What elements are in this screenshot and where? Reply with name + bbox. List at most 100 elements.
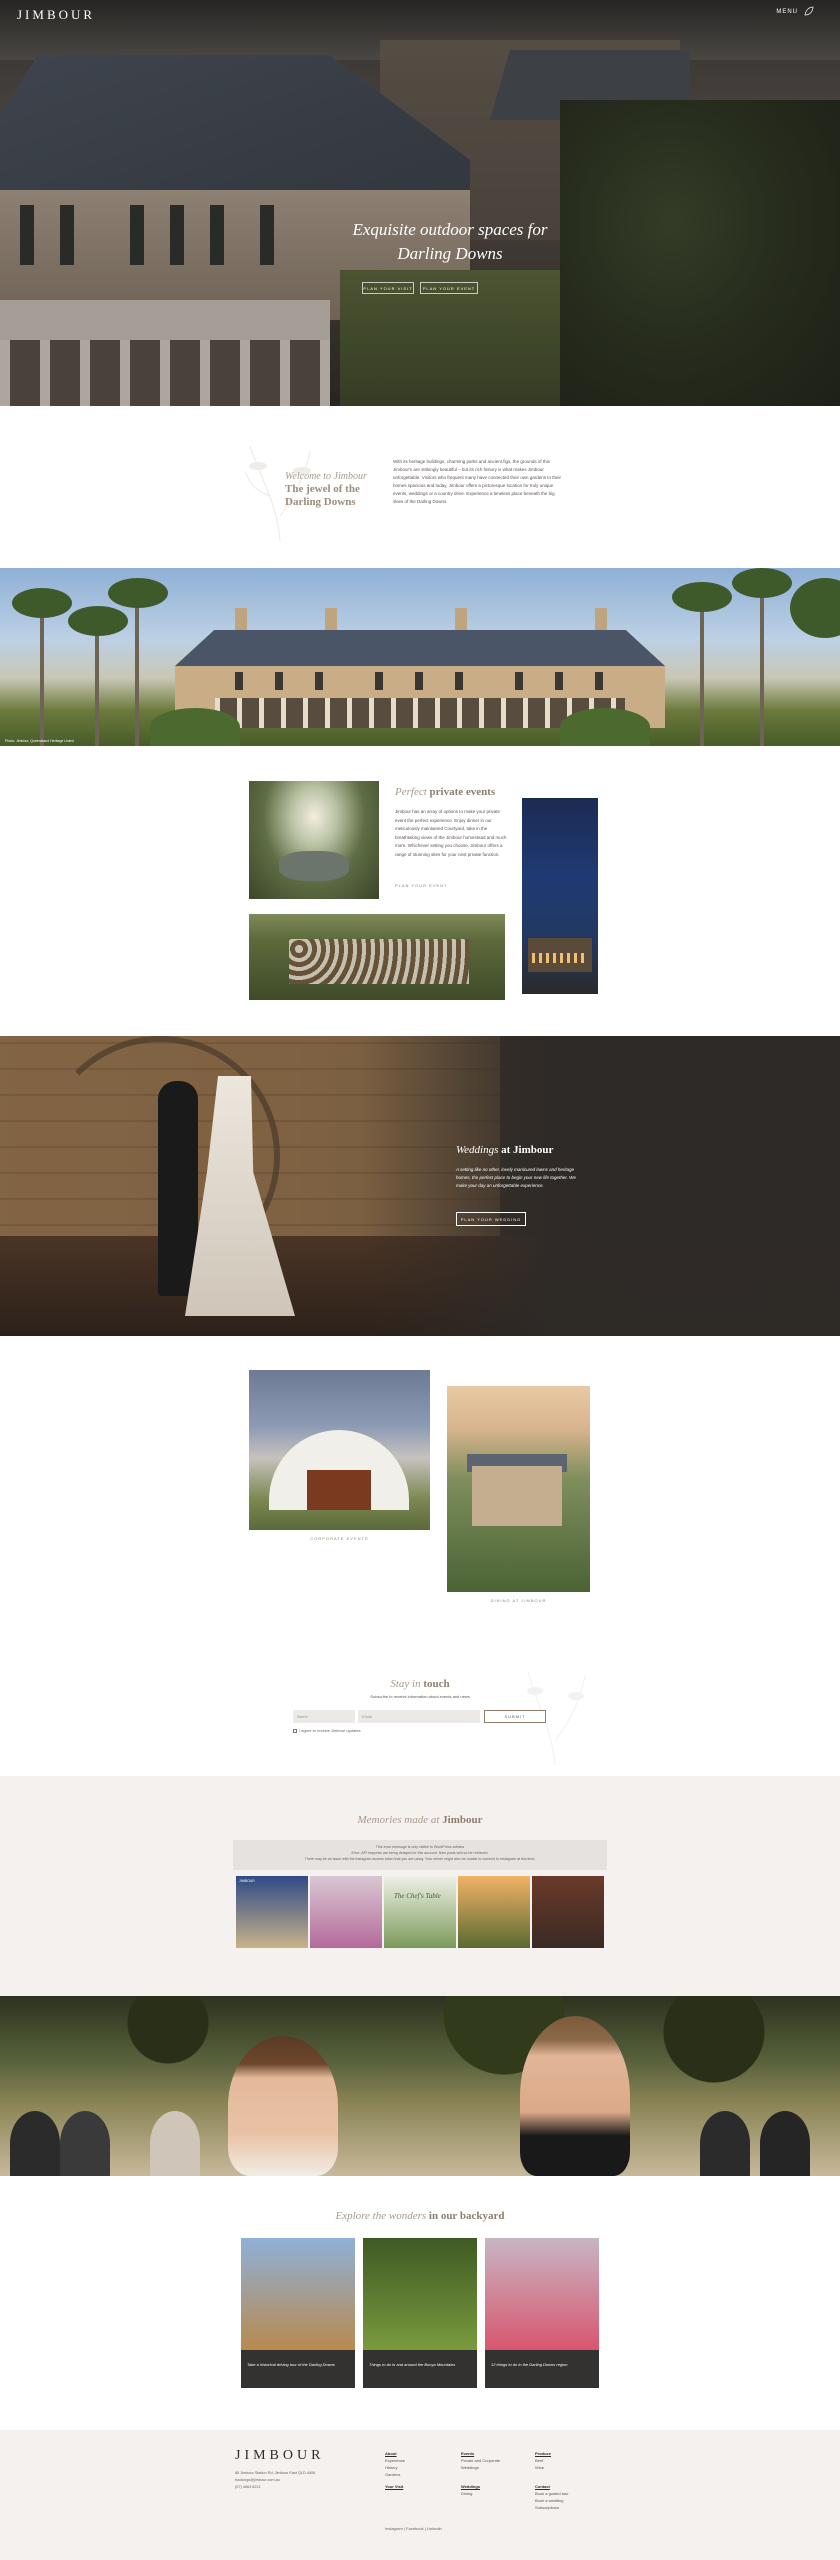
- footer-link[interactable]: Gardens: [385, 2471, 405, 2478]
- footer-link[interactable]: Beef: [535, 2457, 569, 2464]
- private-events-title: Perfect private events: [395, 786, 495, 798]
- private-events-title-bold: private events: [429, 786, 496, 798]
- newsletter-title-bold: touch: [423, 1678, 450, 1690]
- explore-card-caption: Things to do in and around the Bunya Mou…: [363, 2350, 477, 2388]
- site-logo[interactable]: JIMBOUR: [17, 7, 95, 23]
- palm-frond: [732, 568, 792, 598]
- footer-link[interactable]: History: [385, 2464, 405, 2471]
- corporate-events-image[interactable]: [249, 1370, 430, 1530]
- explore-card-caption: 12 things to do in the Darling Downs reg…: [485, 2350, 599, 2388]
- garden-bush: [560, 708, 650, 746]
- memories-title: Memories made at Jimbour: [0, 1814, 840, 1826]
- explore-card-image: [485, 2238, 599, 2350]
- homestead-window: [555, 672, 563, 690]
- instagram-post[interactable]: [532, 1876, 604, 1948]
- plan-your-event-link[interactable]: PLAN YOUR EVENT: [395, 883, 448, 888]
- social-links[interactable]: Instagram | Facebook | Linkedin: [385, 2526, 442, 2531]
- footer-link[interactable]: Book a wedding: [535, 2497, 569, 2504]
- hero-section: JIMBOUR MENU Exquisite outdoor spaces fo…: [0, 0, 840, 406]
- footer-heading[interactable]: Events: [461, 2450, 500, 2457]
- dining-caption[interactable]: DINING AT JIMBOUR: [447, 1598, 590, 1603]
- footer-link[interactable]: Experience: [385, 2457, 405, 2464]
- homestead-window: [275, 672, 283, 690]
- instagram-post[interactable]: [458, 1876, 530, 1948]
- footer-column-events: Events Private and Corporate Weddings We…: [461, 2450, 500, 2497]
- email-link[interactable]: bookings@jimbour.com.au: [235, 2477, 355, 2484]
- memories-title-italic: Memories made at: [357, 1814, 440, 1826]
- palm-tree: [700, 591, 704, 746]
- guest-figure: [150, 2111, 200, 2176]
- plan-wedding-button[interactable]: PLAN YOUR WEDDING: [456, 1212, 526, 1226]
- palm-frond: [68, 606, 128, 636]
- dining-image[interactable]: [447, 1386, 590, 1592]
- footer-link[interactable]: Book a guided tour: [535, 2490, 569, 2497]
- homestead-window: [455, 672, 463, 690]
- address-line: 86 Jimbour Station Rd, Jimbour East QLD …: [235, 2471, 316, 2475]
- footer-heading[interactable]: About: [385, 2450, 405, 2457]
- footer-link[interactable]: Private and Corporate: [461, 2457, 500, 2464]
- house: [472, 1466, 562, 1526]
- name-field[interactable]: Name: [293, 1710, 355, 1723]
- footer-heading[interactable]: Contact: [535, 2483, 569, 2490]
- newsletter-section: Stay in touch Subscribe to receive infor…: [0, 1656, 840, 1776]
- palm-tree: [40, 596, 44, 746]
- guest-figure: [60, 2111, 110, 2176]
- explore-card[interactable]: Take a historical driving tour of the Da…: [241, 2238, 355, 2388]
- homestead-window: [595, 672, 603, 690]
- footer-link[interactable]: Dining: [461, 2490, 500, 2497]
- footer-link[interactable]: Subscriptions: [535, 2504, 569, 2511]
- guest-figure: [760, 2111, 810, 2176]
- newsletter-subtitle: Subscribe to receive information about e…: [370, 1694, 470, 1699]
- checkbox-box[interactable]: [293, 1728, 297, 1733]
- palm-frond: [672, 582, 732, 612]
- groom-figure: [158, 1081, 198, 1296]
- woolshed-interior: [307, 1470, 371, 1510]
- footer-link[interactable]: Weddings: [461, 2464, 500, 2471]
- consent-checkbox[interactable]: I agree to receive Jimbour updates: [293, 1728, 361, 1733]
- instagram-post[interactable]: [310, 1876, 382, 1948]
- explore-card-caption: Take a historical driving tour of the Da…: [241, 2350, 355, 2388]
- phone-link[interactable]: (07) 4663 6221: [235, 2484, 355, 2491]
- menu-label[interactable]: MENU: [776, 9, 798, 15]
- email-field[interactable]: Email: [358, 1710, 480, 1723]
- menu-leaf-icon[interactable]: [804, 6, 814, 16]
- footer-heading[interactable]: Produce: [535, 2450, 569, 2457]
- homestead-roof: [175, 630, 665, 666]
- instagram-error-notice: This error message is only visible to Wo…: [233, 1840, 607, 1870]
- manor-lights: [532, 953, 588, 963]
- bride-portrait: [228, 2036, 338, 2176]
- explore-section: Explore the wonders in our backyard Take…: [0, 2176, 840, 2430]
- explore-card-image: [241, 2238, 355, 2350]
- footer-heading[interactable]: Weddings: [461, 2483, 500, 2490]
- guest-figure: [10, 2111, 60, 2176]
- instagram-post[interactable]: JIMBOUR: [236, 1876, 308, 1948]
- homestead-window: [235, 672, 243, 690]
- explore-card[interactable]: 12 things to do in the Darling Downs reg…: [485, 2238, 599, 2388]
- weddings-section: Weddings at Jimbour A setting like no ot…: [0, 1036, 840, 1336]
- plan-event-button[interactable]: PLAN YOUR EVENT: [420, 282, 478, 294]
- night-homestead-image: [522, 798, 598, 994]
- welcome-body: With its heritage buildings, charming pa…: [393, 459, 562, 504]
- footer-column-about: About Experience History Gardens Your Vi…: [385, 2450, 405, 2490]
- submit-button[interactable]: SUBMIT: [484, 1710, 546, 1723]
- fountain: [279, 851, 349, 881]
- newsletter-title-italic: Stay in: [390, 1678, 421, 1690]
- footer-logo[interactable]: JIMBOUR: [235, 2448, 324, 2464]
- banner-caption: Photo: Jimbour, Queensland Heritage List…: [5, 739, 74, 743]
- palm-frond: [108, 578, 168, 608]
- footer-heading[interactable]: Your Visit: [385, 2483, 405, 2490]
- welcome-heading-bold: The jewel of the Darling Downs: [285, 483, 360, 508]
- site-footer: JIMBOUR 86 Jimbour Station Rd, Jimbour E…: [0, 2430, 840, 2560]
- homestead-window: [515, 672, 523, 690]
- plan-visit-button[interactable]: PLAN YOUR VISIT: [362, 282, 414, 294]
- footer-address: 86 Jimbour Station Rd, Jimbour East QLD …: [235, 2470, 355, 2491]
- explore-card[interactable]: Things to do in and around the Bunya Mou…: [363, 2238, 477, 2388]
- footer-link[interactable]: Wine: [535, 2464, 569, 2471]
- garden-bush: [150, 708, 240, 746]
- weddings-title: Weddings at Jimbour: [456, 1144, 553, 1156]
- corporate-events-caption[interactable]: CORPORATE EVENTS: [249, 1536, 430, 1541]
- explore-title: Explore the wonders in our backyard: [0, 2210, 840, 2222]
- homestead-banner: Photo: Jimbour, Queensland Heritage List…: [0, 568, 840, 746]
- instagram-post[interactable]: The Chef's Table: [384, 1876, 456, 1948]
- private-events-body: Jimbour has an array of options to make …: [395, 809, 507, 857]
